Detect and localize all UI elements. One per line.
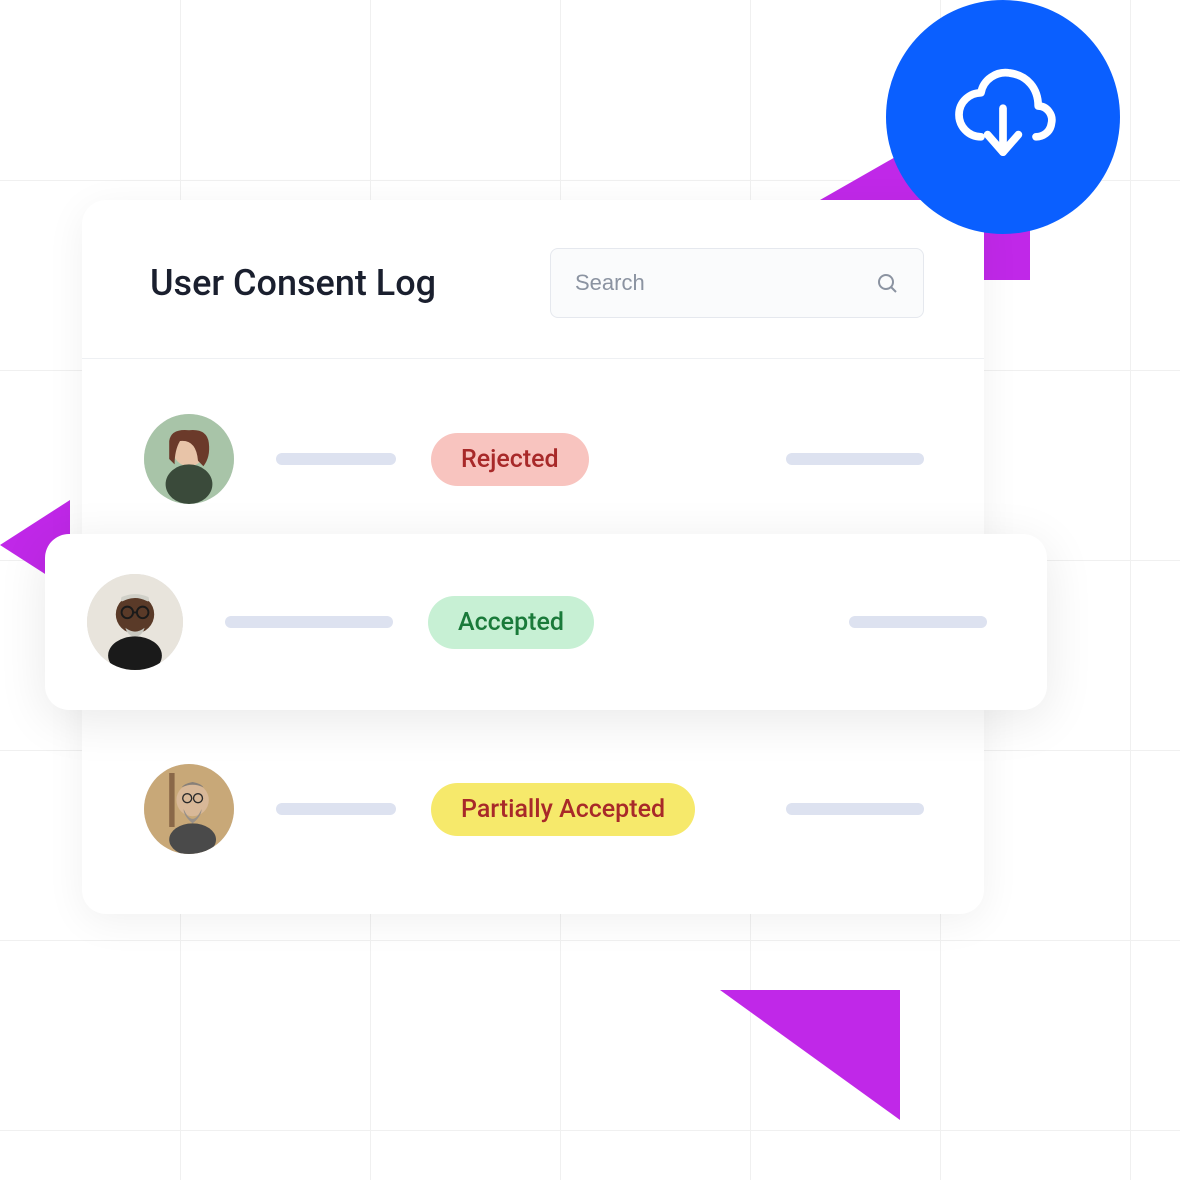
avatar bbox=[144, 764, 234, 854]
table-row[interactable]: Accepted bbox=[45, 534, 1047, 710]
placeholder-text bbox=[276, 803, 396, 815]
card-header: User Consent Log bbox=[82, 200, 984, 359]
search-box[interactable] bbox=[550, 248, 924, 318]
placeholder-text bbox=[276, 453, 396, 465]
status-badge: Partially Accepted bbox=[431, 783, 695, 836]
cloud-download-icon bbox=[948, 62, 1058, 172]
table-row[interactable]: Partially Accepted bbox=[82, 714, 984, 884]
search-icon bbox=[875, 271, 899, 295]
status-badge: Rejected bbox=[431, 433, 589, 486]
placeholder-text bbox=[786, 803, 924, 815]
page-title: User Consent Log bbox=[150, 262, 436, 304]
consent-log-card: User Consent Log Rejected bbox=[82, 200, 984, 914]
placeholder-text bbox=[849, 616, 987, 628]
decorative-triangle bbox=[720, 990, 900, 1120]
avatar bbox=[87, 574, 183, 670]
download-button[interactable] bbox=[886, 0, 1120, 234]
table-row[interactable]: Rejected bbox=[82, 384, 984, 534]
search-input[interactable] bbox=[575, 270, 875, 296]
status-badge: Accepted bbox=[428, 596, 594, 649]
placeholder-text bbox=[786, 453, 924, 465]
rows-container: Rejected bbox=[82, 359, 984, 914]
avatar bbox=[144, 414, 234, 504]
placeholder-text bbox=[225, 616, 393, 628]
